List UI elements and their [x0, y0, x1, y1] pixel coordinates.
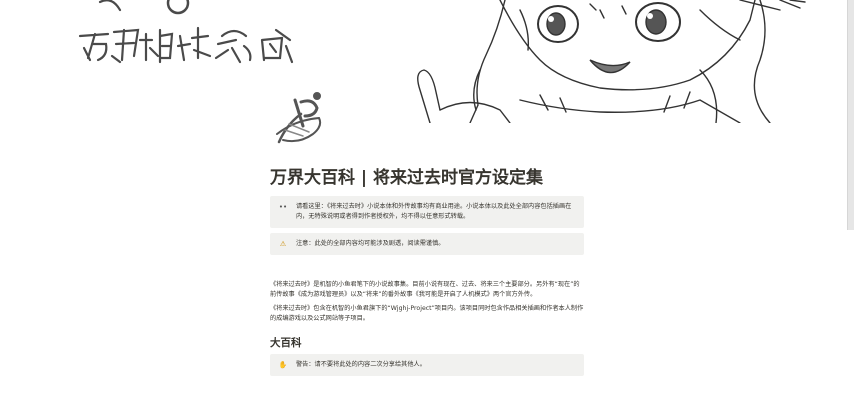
paragraph-project: 《将来过去时》包含在机智的小鱼君旗下的“Wjghj-Project”项目内。该项…: [270, 304, 584, 323]
callout-copyright: •• 请看这里：《将来过去时》小说本体和外传故事均有商业用途。小说本体以及此处全…: [270, 196, 584, 228]
cover-logo-sketch: [78, 0, 294, 64]
logo-icon: [273, 90, 333, 150]
scrollbar[interactable]: [847, 0, 854, 230]
page: 万界大百科 | 将来过去时官方设定集 •• 请看这里：《将来过去时》小说本体和外…: [0, 0, 854, 409]
page-title: 万界大百科 | 将来过去时官方设定集: [270, 168, 544, 188]
page-content: 万界大百科 | 将来过去时官方设定集 •• 请看这里：《将来过去时》小说本体和外…: [270, 166, 586, 381]
hand-icon: ✋: [278, 360, 288, 369]
cover-image: [0, 0, 854, 123]
callout-text: 请看这里：《将来过去时》小说本体和外传故事均有商业用途。小说本体以及此处全部内容…: [296, 203, 572, 220]
callout-warning: ✋ 警告：请不要将此处的内容二次分享给其他人。: [270, 353, 584, 376]
callout-text: 警告：请不要将此处的内容二次分享给其他人。: [296, 360, 426, 368]
paragraph-intro: 《将来过去时》是机智的小鱼君笔下的小说故事集。目前小说有现在、过去、将来三个主要…: [270, 281, 580, 299]
warning-icon: ⚠: [279, 240, 287, 248]
callout-spoiler: ⚠ 注意：此处的全部内容均可能涉及剧透，阅读需谨慎。: [270, 233, 584, 255]
empty-block: [270, 260, 586, 280]
cover-character-sketch: [417, 0, 806, 123]
callout-text: 注意：此处的全部内容均可能涉及剧透，阅读需谨慎。: [296, 240, 445, 247]
section-heading: 大百科: [270, 336, 302, 349]
dots-icon: ••: [278, 203, 288, 211]
